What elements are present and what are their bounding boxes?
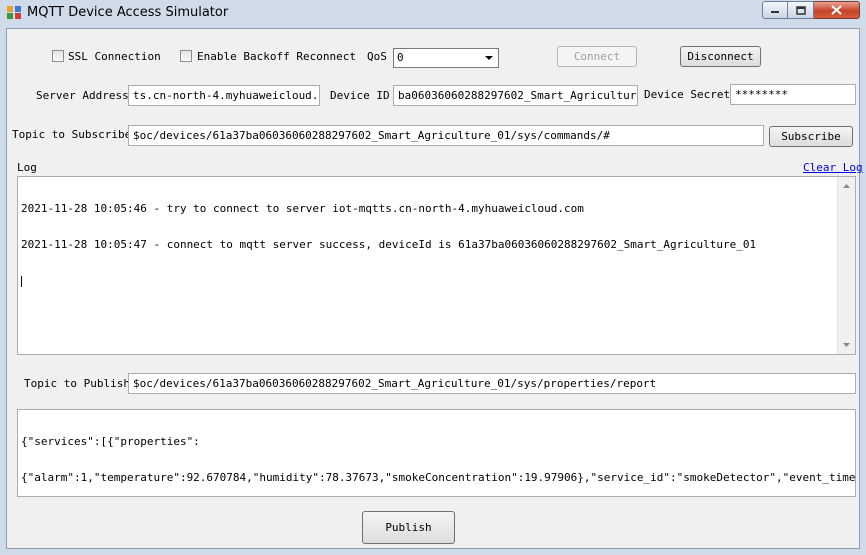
log-line: 2021-11-28 10:05:47 - connect to mqtt se…	[21, 238, 757, 251]
subscribe-topic-input[interactable]: $oc/devices/61a37ba06036060288297602_Sma…	[128, 125, 764, 146]
app-icon	[7, 6, 21, 19]
subscribe-topic-label: Topic to Subscribe	[12, 128, 132, 141]
minimize-icon	[771, 11, 779, 13]
device-secret-label: Device Secret	[644, 88, 731, 101]
server-address-input[interactable]: ts.cn-north-4.myhuaweicloud.com	[128, 85, 320, 106]
device-id-label: Device ID	[330, 89, 390, 102]
payload-textarea[interactable]: {"services":[{"properties": {"alarm":1,"…	[17, 409, 856, 497]
payload-line: {"alarm":1,"temperature":92.670784,"humi…	[21, 471, 856, 484]
publish-button[interactable]: Publish	[362, 511, 455, 544]
clear-log-link[interactable]: Clear Log	[803, 161, 863, 174]
text-cursor	[21, 276, 22, 287]
qos-label: QoS	[367, 50, 387, 63]
log-line: 2021-11-28 10:05:46 - try to connect to …	[21, 202, 584, 215]
payload-line: {"services":[{"properties":	[21, 435, 200, 448]
device-secret-input[interactable]: ********	[730, 84, 856, 105]
app-window: MQTT Device Access Simulator SSL Connect…	[0, 0, 866, 555]
server-address-label: Server Address	[36, 89, 129, 102]
maximize-button[interactable]	[788, 1, 814, 19]
qos-value: 0	[397, 51, 404, 64]
minimize-button[interactable]	[762, 1, 788, 19]
log-label: Log	[17, 161, 37, 174]
close-icon	[831, 5, 842, 15]
subscribe-button[interactable]: Subscribe	[769, 126, 853, 147]
scroll-up-icon	[843, 184, 850, 188]
qos-select[interactable]: 0	[393, 48, 499, 68]
window-title: MQTT Device Access Simulator	[27, 5, 229, 20]
publish-topic-label: Topic to Publish	[24, 377, 130, 390]
ssl-label: SSL Connection	[68, 50, 161, 63]
backoff-label: Enable Backoff Reconnect	[197, 50, 356, 63]
backoff-checkbox[interactable]	[180, 50, 192, 62]
maximize-icon	[795, 5, 806, 15]
connect-button[interactable]: Connect	[557, 46, 637, 67]
ssl-checkbox[interactable]	[52, 50, 64, 62]
disconnect-button[interactable]: Disconnect	[680, 46, 761, 67]
client-area: SSL Connection Enable Backoff Reconnect …	[6, 28, 863, 549]
device-id-input[interactable]: ba06036060288297602_Smart_Agriculture_01	[393, 85, 638, 106]
scroll-down-icon	[843, 343, 850, 347]
publish-topic-input[interactable]: $oc/devices/61a37ba06036060288297602_Sma…	[128, 373, 856, 394]
chevron-down-icon	[485, 56, 493, 60]
title-bar: MQTT Device Access Simulator	[0, 0, 866, 26]
close-button[interactable]	[814, 1, 860, 19]
log-scrollbar[interactable]	[837, 177, 855, 354]
log-textarea[interactable]: 2021-11-28 10:05:46 - try to connect to …	[17, 176, 856, 355]
